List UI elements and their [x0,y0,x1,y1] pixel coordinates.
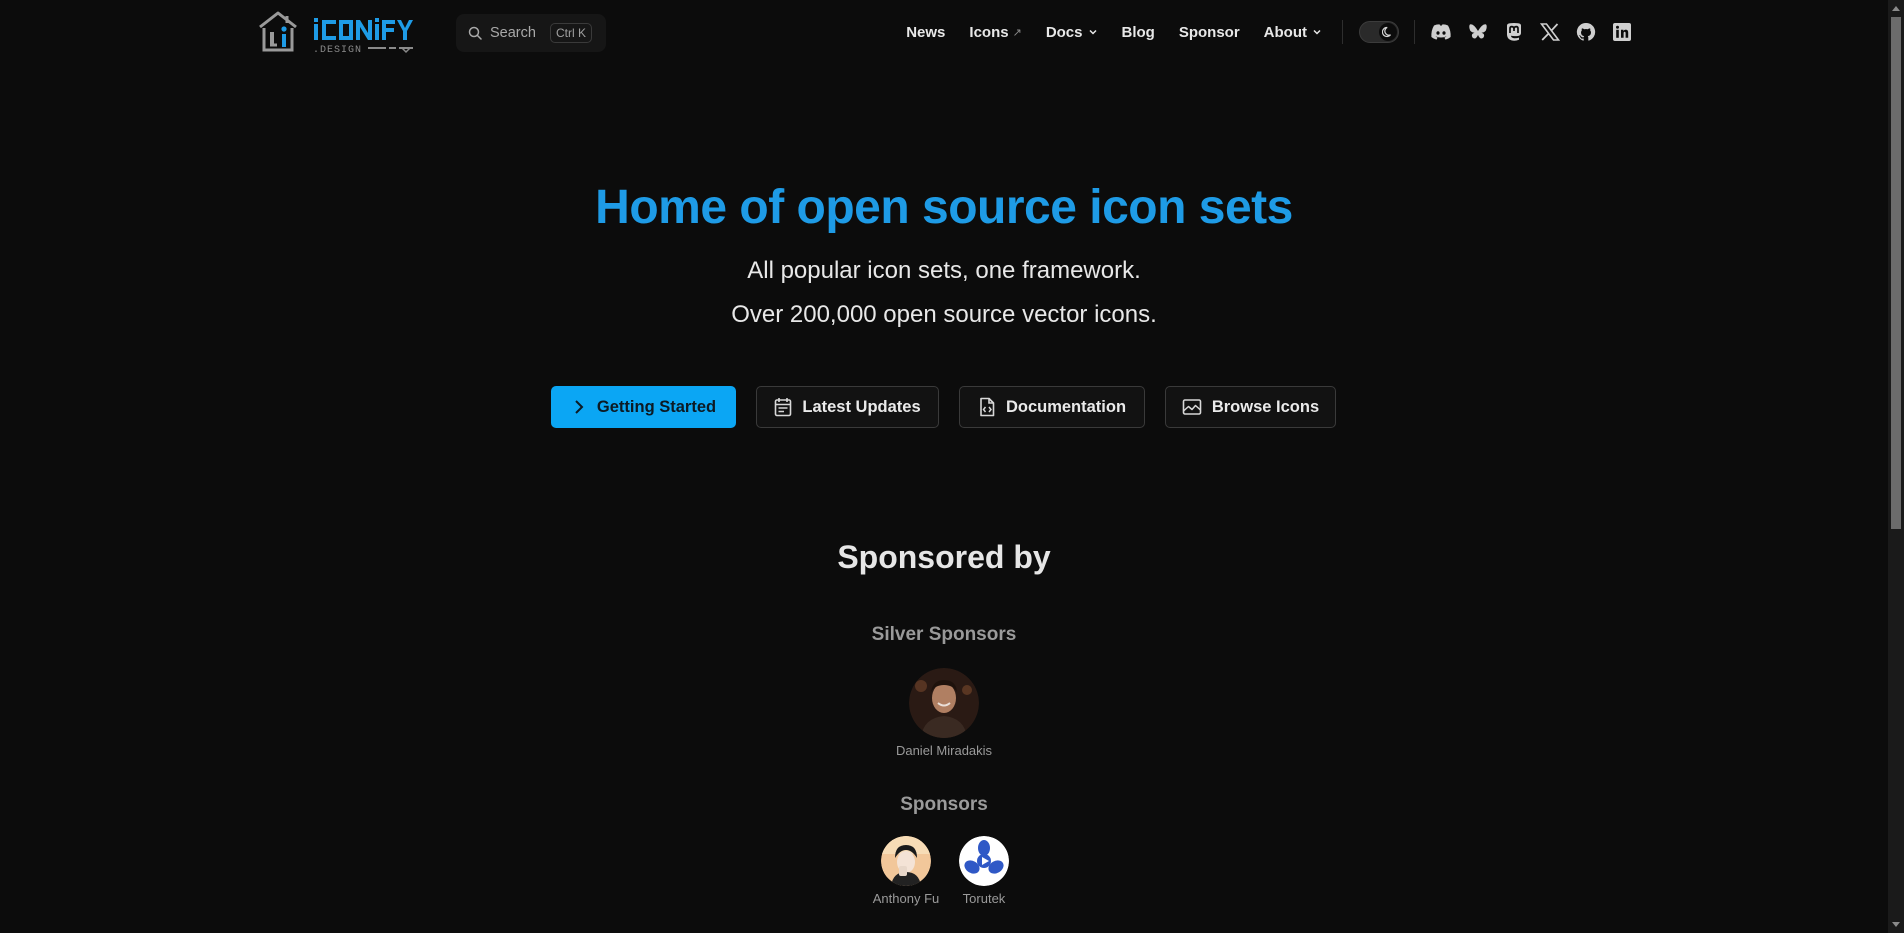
silver-sponsors-title: Silver Sponsors [871,624,1017,645]
main-nav: News Icons ↗ Docs Blog Sponsor About [894,0,1334,64]
nav-docs[interactable]: Docs [1034,0,1110,64]
latest-updates-button[interactable]: Latest Updates [756,386,939,428]
browse-icons-label: Browse Icons [1211,397,1320,416]
search-label: Search [490,25,536,41]
site-header: .DESIGN Search Ctrl K News Icons ↗ Docs … [0,0,1888,64]
nav-news[interactable]: News [894,0,957,64]
calendar-icon [775,398,792,417]
arrow-down-icon [1892,922,1900,927]
nav-icons[interactable]: Icons ↗ [957,0,1033,64]
nav-blog-label: Blog [1121,23,1155,41]
scroll-thumb[interactable] [1891,17,1901,529]
getting-started-label: Getting Started [596,397,717,416]
toggle-knob [1379,23,1397,41]
nav-docs-label: Docs [1045,23,1083,41]
theme-toggle[interactable] [1359,21,1399,43]
image-icon [1182,399,1202,415]
nav-sponsor-label: Sponsor [1178,23,1240,41]
nav-sponsor[interactable]: Sponsor [1167,0,1252,64]
bluesky-link[interactable] [1466,20,1490,44]
search-icon [468,26,482,40]
search-button[interactable]: Search Ctrl K [456,14,606,52]
hero-subtitle-1: All popular icon sets, one framework. [747,257,1141,284]
scroll-up-button[interactable] [1888,0,1904,16]
svg-text:.DESIGN: .DESIGN [313,45,362,56]
linkedin-icon [1613,23,1631,41]
linkedin-link[interactable] [1610,20,1634,44]
sponsor-daniel-miradakis[interactable]: Daniel Miradakis [893,668,995,758]
sponsor-name: Anthony Fu [872,891,940,906]
documentation-button[interactable]: Documentation [959,386,1145,428]
nav-news-label: News [906,23,946,41]
sponsor-name: Daniel Miradakis [895,743,993,758]
hero-title: Home of open source icon sets [595,181,1293,234]
code-file-icon [980,397,995,417]
hero-subtitle-2: Over 200,000 open source vector icons. [731,301,1157,328]
torutek-logo [959,836,1009,886]
sponsors-title: Sponsors [900,794,988,815]
nav-blog[interactable]: Blog [1110,0,1167,64]
mastodon-link[interactable] [1502,20,1526,44]
search-shortcut: Ctrl K [549,23,592,43]
github-icon [1576,22,1596,41]
chevron-down-icon [1088,29,1097,35]
documentation-label: Documentation [1005,397,1127,416]
avatar [881,836,931,886]
bluesky-icon [1469,24,1487,39]
moon-icon [1382,26,1391,38]
nav-icons-label: Icons [969,23,1009,41]
sponsor-torutek[interactable]: Torutek [946,836,1022,906]
scroll-down-button[interactable] [1888,917,1904,933]
discord-link[interactable] [1429,20,1453,44]
mastodon-icon [1507,23,1521,41]
latest-updates-label: Latest Updates [802,397,921,416]
getting-started-button[interactable]: Getting Started [551,386,736,428]
page-scrollbar[interactable] [1888,0,1904,933]
nav-about-label: About [1263,23,1307,41]
sponsored-by-title: Sponsored by [837,539,1051,575]
external-link-icon: ↗ [1012,26,1022,39]
chevron-down-icon [1313,29,1321,35]
arrow-up-icon [1892,6,1900,11]
iconify-logo[interactable]: .DESIGN [258,10,426,56]
chevron-right-icon [575,400,584,414]
sponsor-name: Torutek [962,891,1006,906]
sponsor-anthony-fu[interactable]: Anthony Fu [866,836,946,906]
x-icon [1540,23,1560,41]
github-link[interactable] [1574,20,1598,44]
avatar [909,668,979,738]
discord-icon [1431,24,1451,40]
x-link[interactable] [1538,20,1562,44]
nav-about[interactable]: About [1252,0,1334,64]
browse-icons-button[interactable]: Browse Icons [1165,386,1336,428]
nav-divider [1414,20,1415,44]
nav-divider [1342,20,1343,44]
